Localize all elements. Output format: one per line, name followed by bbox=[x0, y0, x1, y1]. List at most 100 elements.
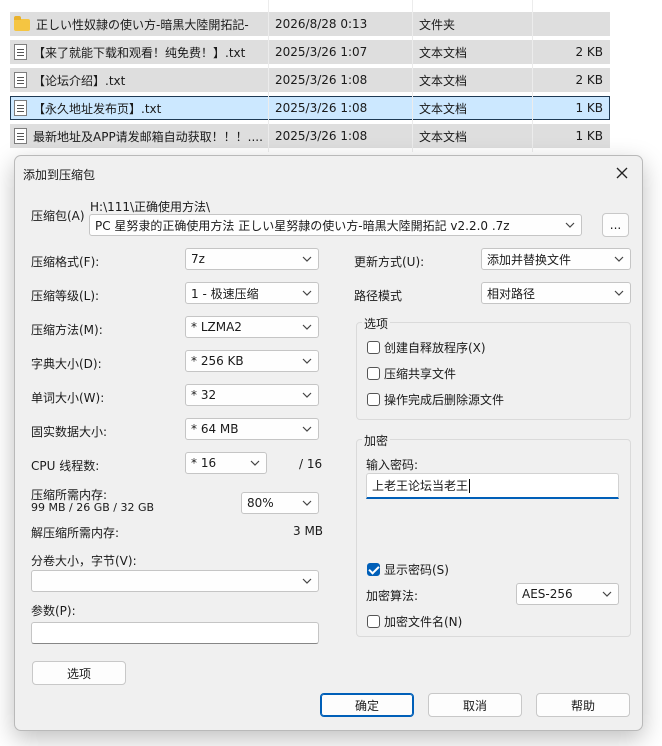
level-label: 压缩等级(L): bbox=[31, 289, 100, 303]
file-type: 文件夹 bbox=[419, 17, 456, 32]
word-label: 单词大小(W): bbox=[31, 391, 105, 405]
path-mode-select[interactable]: 相对路径 bbox=[481, 282, 631, 304]
delete-after-checkbox[interactable]: 操作完成后删除源文件 bbox=[367, 391, 504, 408]
file-name: 最新地址及APP请发邮箱自动获取！！！.... bbox=[33, 129, 263, 144]
cpu-max: / 16 bbox=[299, 457, 323, 471]
show-password-label: 显示密码(S) bbox=[384, 563, 449, 577]
password-input[interactable]: 上老王论坛当老王 bbox=[366, 473, 619, 499]
delete-after-label: 操作完成后删除源文件 bbox=[384, 393, 505, 407]
decomp-value: 3 MB bbox=[293, 524, 324, 538]
chevron-down-icon bbox=[302, 324, 312, 330]
chevron-down-icon bbox=[302, 578, 312, 584]
chevron-down-icon bbox=[250, 460, 260, 466]
mem-percent-value: 80% bbox=[247, 496, 274, 510]
file-name: 【永久地址发布页】.txt bbox=[33, 101, 162, 116]
file-type: 文本文档 bbox=[419, 101, 468, 116]
sfx-label: 创建自释放程序(X) bbox=[384, 341, 486, 355]
split-label: 分卷大小，字节(V): bbox=[31, 554, 137, 568]
level-select[interactable]: 1 - 极速压缩 bbox=[185, 282, 319, 304]
chevron-down-icon bbox=[302, 256, 312, 262]
archive-label: 压缩包(A) bbox=[31, 209, 85, 223]
shared-checkbox[interactable]: 压缩共享文件 bbox=[367, 365, 456, 382]
solid-select[interactable]: * 64 MB bbox=[185, 418, 319, 440]
chevron-down-icon bbox=[565, 222, 575, 228]
close-button[interactable] bbox=[610, 162, 634, 184]
encryption-group-title: 加密 bbox=[362, 432, 391, 449]
update-select[interactable]: 添加并替换文件 bbox=[481, 248, 631, 270]
checkbox-checked-box bbox=[367, 563, 380, 576]
update-value: 添加并替换文件 bbox=[487, 252, 572, 267]
add-to-archive-dialog: 添加到压缩包 压缩包(A) H:\111\正确使用方法\ PC 星努隶的正确使用… bbox=[14, 155, 643, 731]
txt-file-icon bbox=[14, 128, 27, 144]
format-value: 7z bbox=[191, 252, 205, 266]
chevron-down-icon bbox=[302, 290, 312, 296]
chevron-down-icon bbox=[614, 256, 624, 262]
file-type: 文本文档 bbox=[419, 129, 468, 144]
method-label: 压缩方法(M): bbox=[31, 323, 103, 337]
column-separator bbox=[268, 0, 269, 152]
chevron-down-icon bbox=[302, 426, 312, 432]
split-select[interactable] bbox=[31, 570, 319, 592]
dict-label: 字典大小(D): bbox=[31, 357, 102, 371]
method-select[interactable]: * LZMA2 bbox=[185, 316, 319, 338]
path-mode-value: 相对路径 bbox=[487, 286, 536, 301]
dict-value: * 256 KB bbox=[191, 354, 244, 368]
column-separator bbox=[532, 0, 533, 152]
file-date: 2025/3/26 1:08 bbox=[275, 101, 368, 115]
enc-method-label: 加密算法: bbox=[366, 589, 419, 603]
dict-select[interactable]: * 256 KB bbox=[185, 350, 319, 372]
shared-label: 压缩共享文件 bbox=[384, 367, 457, 381]
enc-method-select[interactable]: AES-256 bbox=[516, 583, 619, 605]
checkbox-box bbox=[367, 341, 380, 354]
password-value: 上老王论坛当老王 bbox=[372, 479, 469, 493]
dialog-title: 添加到压缩包 bbox=[23, 168, 96, 182]
solid-value: * 64 MB bbox=[191, 422, 239, 436]
text-caret bbox=[469, 478, 471, 493]
mem-percent-select[interactable]: 80% bbox=[241, 492, 319, 514]
sfx-checkbox[interactable]: 创建自释放程序(X) bbox=[367, 339, 486, 356]
browse-button[interactable]: ... bbox=[602, 213, 629, 237]
file-row-3[interactable]: 【永久地址发布页】.txt 2025/3/26 1:08 文本文档 1 KB bbox=[10, 96, 610, 120]
ok-button[interactable]: 确定 bbox=[320, 693, 414, 717]
file-row-0[interactable]: 正しい性奴隷の使い方-暗黒大陸開拓記- 2026/8/28 0:13 文件夹 bbox=[10, 12, 610, 36]
txt-file-icon bbox=[14, 72, 27, 88]
checkbox-box bbox=[367, 615, 380, 628]
txt-file-icon bbox=[14, 100, 27, 116]
format-select[interactable]: 7z bbox=[185, 248, 319, 270]
show-password-checkbox[interactable]: 显示密码(S) bbox=[367, 561, 449, 578]
encrypt-names-checkbox[interactable]: 加密文件名(N) bbox=[367, 613, 462, 630]
decomp-label: 解压缩所需内存: bbox=[31, 526, 120, 540]
file-list: 正しい性奴隷の使い方-暗黒大陸開拓記- 2026/8/28 0:13 文件夹 【… bbox=[0, 0, 662, 152]
file-date: 2025/3/26 1:07 bbox=[275, 45, 368, 59]
word-select[interactable]: * 32 bbox=[185, 384, 319, 406]
file-size: 1 KB bbox=[575, 129, 603, 143]
file-date: 2026/8/28 0:13 bbox=[275, 17, 368, 31]
file-row-1[interactable]: 【来了就能下载和观看！纯免费！】.txt 2025/3/26 1:07 文本文档… bbox=[10, 40, 610, 64]
cpu-select[interactable]: * 16 bbox=[185, 452, 267, 474]
checkbox-box bbox=[367, 367, 380, 380]
word-value: * 32 bbox=[191, 388, 217, 402]
mem-values: 99 MB / 26 GB / 32 GB bbox=[31, 501, 155, 514]
file-date: 2025/3/26 1:08 bbox=[275, 129, 368, 143]
options-button[interactable]: 选项 bbox=[32, 661, 126, 685]
close-icon bbox=[616, 167, 628, 179]
file-type: 文本文档 bbox=[419, 45, 468, 60]
cpu-value: * 16 bbox=[191, 456, 217, 470]
params-input[interactable] bbox=[31, 622, 319, 644]
file-row-4[interactable]: 最新地址及APP请发邮箱自动获取！！！.... 2025/3/26 1:08 文… bbox=[10, 124, 610, 148]
cancel-button[interactable]: 取消 bbox=[428, 693, 522, 717]
path-mode-label: 路径模式 bbox=[354, 289, 403, 303]
file-type: 文本文档 bbox=[419, 73, 468, 88]
file-name: 正しい性奴隷の使い方-暗黒大陸開拓記- bbox=[36, 17, 249, 32]
file-row-2[interactable]: 【论坛介绍】.txt 2025/3/26 1:08 文本文档 2 KB bbox=[10, 68, 610, 92]
archive-name-combo[interactable]: PC 星努隶的正确使用方法 正しい星努隷の使い方-暗黒大陸開拓記 v2.2.0 … bbox=[89, 214, 582, 236]
help-button[interactable]: 帮助 bbox=[536, 693, 630, 717]
file-size: 2 KB bbox=[575, 73, 603, 87]
chevron-down-icon bbox=[302, 500, 312, 506]
file-date: 2025/3/26 1:08 bbox=[275, 73, 368, 87]
encrypt-names-label: 加密文件名(N) bbox=[384, 615, 463, 629]
chevron-down-icon bbox=[614, 290, 624, 296]
chevron-down-icon bbox=[602, 591, 612, 597]
params-label: 参数(P): bbox=[31, 604, 76, 618]
method-value: * LZMA2 bbox=[191, 320, 242, 334]
